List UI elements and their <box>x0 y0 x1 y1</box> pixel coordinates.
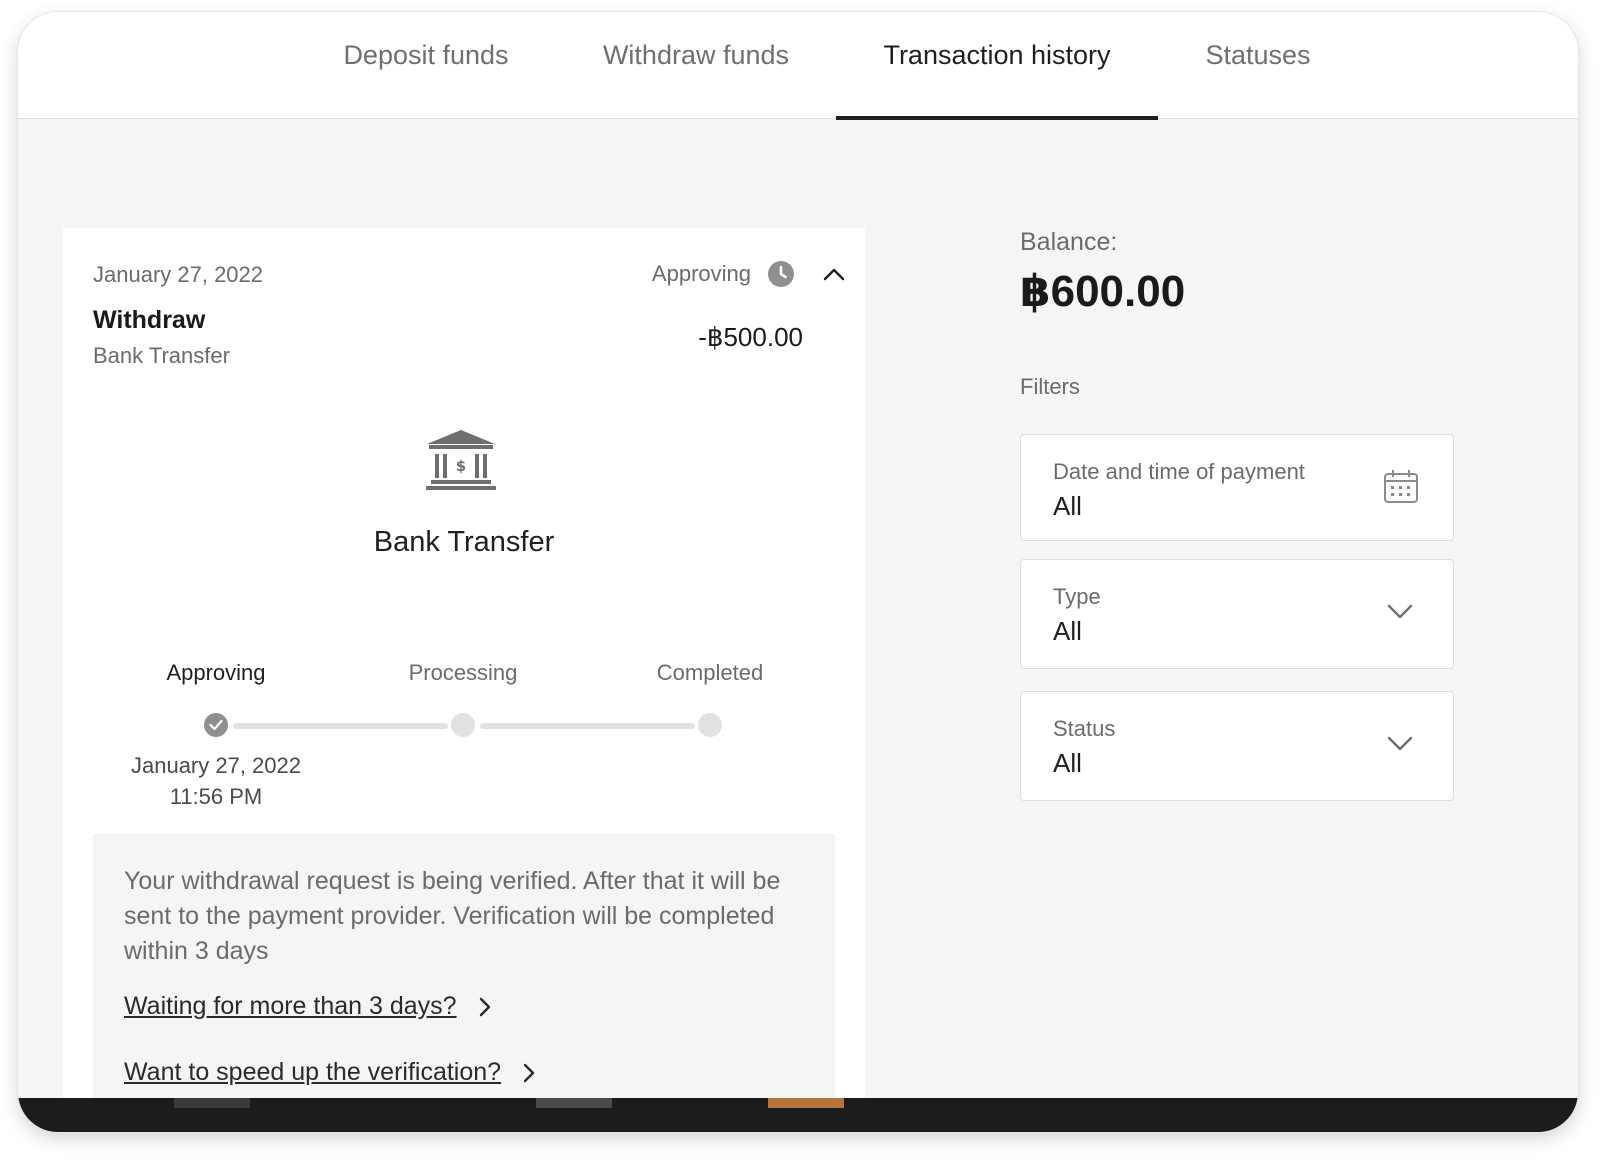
tab-withdraw-funds[interactable]: Withdraw funds <box>575 12 817 118</box>
chevron-up-icon[interactable] <box>823 267 845 281</box>
balance-label: Balance: <box>1020 228 1118 256</box>
balance-value: ฿600.00 <box>1020 267 1186 316</box>
step-timestamp: January 27, 2022 11:56 PM <box>86 750 346 812</box>
tab-statuses[interactable]: Statuses <box>1175 12 1341 118</box>
transaction-status-header[interactable]: Approving <box>652 258 845 290</box>
verification-info-text: Your withdrawal request is being verifie… <box>124 867 781 965</box>
step-connector <box>233 723 448 729</box>
chevron-down-icon <box>1387 604 1413 619</box>
filter-type-label: Type <box>1053 584 1101 609</box>
transaction-date: January 27, 2022 <box>93 262 264 287</box>
transaction-method: Bank Transfer <box>93 343 230 368</box>
filter-type[interactable]: Type All <box>1020 559 1454 669</box>
app-window: Deposit funds Withdraw funds Transaction… <box>18 12 1578 1132</box>
active-tab-indicator <box>836 116 1158 120</box>
step-dot-processing <box>451 713 475 737</box>
waiting-more-link[interactable]: Waiting for more than 3 days? <box>124 992 491 1021</box>
payment-method-title: Bank Transfer <box>373 526 555 558</box>
step-label-completed: Completed <box>656 660 764 685</box>
calendar-icon <box>1384 470 1418 503</box>
tab-transaction-history[interactable]: Transaction history <box>836 12 1158 120</box>
filter-date-time-value: All <box>1053 491 1082 521</box>
step-dot-approving <box>204 713 228 737</box>
transaction-amount: -฿500.00 <box>698 322 803 352</box>
filter-date-time-label: Date and time of payment <box>1053 459 1305 484</box>
waiting-more-link-label: Waiting for more than 3 days? <box>124 992 457 1020</box>
bottom-bar-segment <box>536 1098 612 1108</box>
speed-up-verification-link[interactable]: Want to speed up the verification? <box>124 1058 535 1087</box>
chevron-right-icon <box>479 997 490 1016</box>
chevron-down-icon <box>1387 736 1413 751</box>
transaction-card: January 27, 2022 Approving Withdraw Bank… <box>63 228 865 1132</box>
filter-status-value: All <box>1053 748 1082 778</box>
bottom-bar-segment <box>174 1098 250 1108</box>
transaction-type: Withdraw <box>93 306 206 334</box>
tab-deposit-funds[interactable]: Deposit funds <box>313 12 539 118</box>
step-label-processing: Processing <box>408 660 518 685</box>
step-dot-completed <box>698 713 722 737</box>
chevron-right-icon <box>523 1063 535 1082</box>
clock-icon <box>768 261 794 287</box>
check-icon <box>209 719 223 731</box>
filter-type-value: All <box>1053 616 1082 646</box>
filters-label: Filters <box>1020 374 1080 399</box>
filter-status-label: Status <box>1053 716 1116 741</box>
bottom-bar-segment-accent <box>768 1098 844 1108</box>
bank-icon: $ <box>426 430 496 490</box>
speed-up-verification-link-label: Want to speed up the verification? <box>124 1058 502 1086</box>
step-date: January 27, 2022 <box>130 753 302 778</box>
step-connector <box>480 723 695 729</box>
bottom-bar <box>18 1098 1578 1132</box>
step-label-approving: Approving <box>166 660 266 685</box>
tab-transaction-history-label: Transaction history <box>883 40 1111 70</box>
svg-text:$: $ <box>456 457 466 475</box>
transaction-status: Approving <box>651 261 751 286</box>
filter-status[interactable]: Status All <box>1020 691 1454 801</box>
step-time: 11:56 PM <box>169 784 263 809</box>
verification-info-box: Your withdrawal request is being verifie… <box>93 834 835 1132</box>
filter-date-time[interactable]: Date and time of payment All <box>1020 434 1454 541</box>
tab-bar: Deposit funds Withdraw funds Transaction… <box>18 12 1578 120</box>
